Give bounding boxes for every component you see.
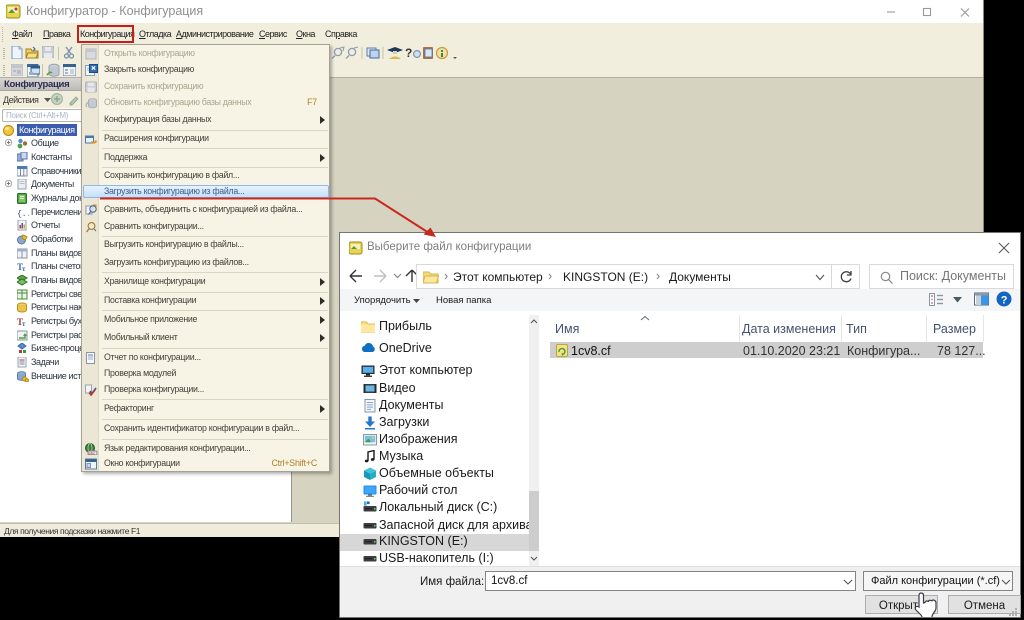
svg-text:т: т bbox=[22, 320, 26, 327]
svg-text:?: ? bbox=[405, 46, 412, 60]
svg-text:{..}: {..} bbox=[17, 210, 29, 218]
svg-text:т: т bbox=[22, 265, 26, 272]
svg-text:?: ? bbox=[1001, 295, 1008, 307]
svg-text:abc: abc bbox=[88, 451, 94, 456]
